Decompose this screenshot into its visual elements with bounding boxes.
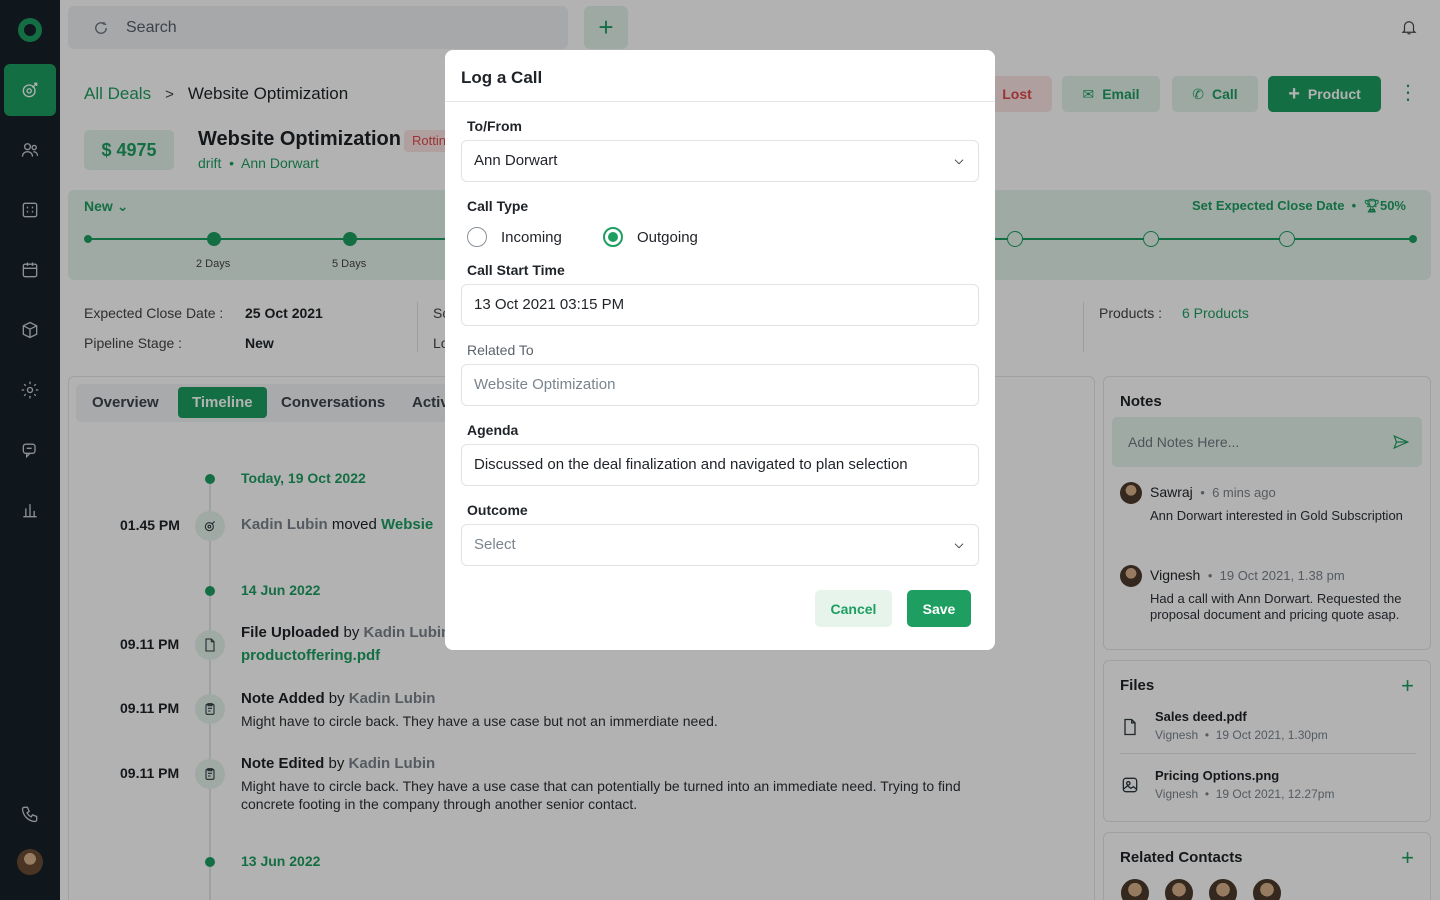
agenda-input[interactable]: Discussed on the deal finalization and n… [461, 444, 979, 486]
chevron-down-icon [954, 543, 964, 549]
incoming-radio[interactable]: Incoming [467, 227, 562, 247]
to-from-value: Ann Dorwart [474, 152, 558, 169]
call-type-label: Call Type [467, 198, 529, 214]
save-button[interactable]: Save [907, 590, 971, 627]
outgoing-radio[interactable]: Outgoing [603, 227, 698, 247]
log-call-modal: Log a Call To/From Ann Dorwart Call Type… [445, 50, 995, 650]
radio-circle[interactable] [467, 227, 487, 247]
outcome-label: Outcome [467, 502, 528, 518]
to-from-label: To/From [467, 118, 522, 134]
call-start-input[interactable]: 13 Oct 2021 03:15 PM [461, 284, 979, 326]
related-to-input[interactable]: Website Optimization [461, 364, 979, 406]
call-start-label: Call Start Time [467, 262, 565, 278]
related-to-label: Related To [467, 342, 534, 358]
cancel-button[interactable]: Cancel [815, 590, 892, 627]
radio-circle-selected[interactable] [603, 227, 623, 247]
to-from-select[interactable]: Ann Dorwart [461, 140, 979, 182]
chevron-down-icon [954, 159, 964, 165]
agenda-label: Agenda [467, 422, 519, 438]
outcome-placeholder: Select [474, 536, 516, 553]
incoming-label: Incoming [501, 228, 562, 246]
modal-title: Log a Call [445, 50, 995, 102]
outgoing-label: Outgoing [637, 228, 698, 246]
outcome-select[interactable]: Select [461, 524, 979, 566]
